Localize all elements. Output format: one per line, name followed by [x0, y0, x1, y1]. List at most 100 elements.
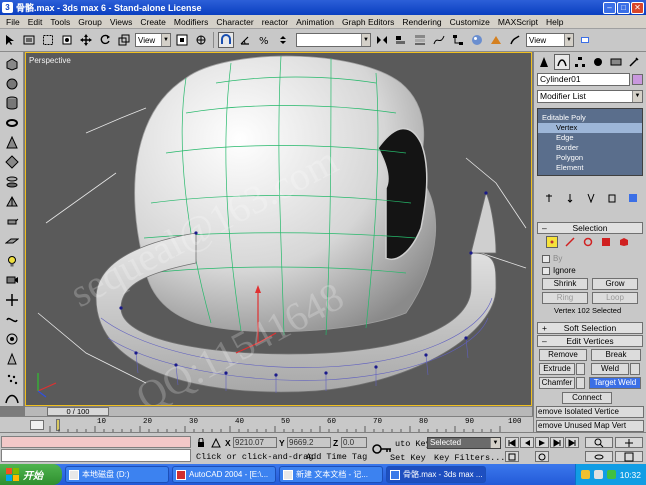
create-panel-tab-icon[interactable] — [536, 54, 552, 70]
reference-coordinate-dropdown[interactable]: View ▼ — [135, 33, 171, 47]
render-scene-icon[interactable] — [488, 32, 504, 48]
orbit-nav-icon[interactable] — [585, 451, 613, 462]
tray-antivirus-icon[interactable] — [606, 470, 616, 479]
polygon-level-icon[interactable] — [600, 236, 612, 248]
utilities-panel-tab-icon[interactable] — [626, 54, 642, 70]
element-level-icon[interactable] — [618, 236, 630, 248]
loop-button[interactable]: Loop — [592, 292, 638, 304]
3dsmax-app-icon[interactable]: 3 — [2, 2, 13, 13]
previous-frame-icon[interactable] — [520, 437, 534, 448]
create-plane-icon[interactable] — [4, 233, 20, 249]
particles-icon[interactable] — [4, 371, 20, 387]
time-slider-thumb[interactable]: 0 / 100 — [47, 407, 109, 416]
menu-create[interactable]: Create — [136, 17, 170, 27]
selection-rollout-header[interactable]: – Selection — [537, 222, 643, 234]
minimize-button[interactable]: – — [603, 1, 616, 14]
show-end-result-icon[interactable] — [565, 193, 575, 205]
time-slider[interactable]: 0 / 100 — [25, 406, 532, 416]
object-color-swatch[interactable] — [632, 74, 643, 85]
percent-snap-icon[interactable]: % — [256, 32, 272, 48]
taskbar-item-local-disk[interactable]: 本地磁盘 (D:) — [65, 466, 169, 483]
x-coord-field[interactable]: 9210.07 — [233, 437, 277, 448]
layer-manager-icon[interactable] — [412, 32, 428, 48]
menu-help[interactable]: Help — [542, 17, 567, 27]
menu-maxscript[interactable]: MAXScript — [494, 17, 542, 27]
play-icon[interactable] — [535, 437, 549, 448]
y-coord-field[interactable]: 9669.2 — [287, 437, 331, 448]
window-crossing-icon[interactable] — [59, 32, 75, 48]
perspective-viewport[interactable]: Perspective sequeal@163.com QQ:11541648 — [25, 52, 532, 406]
chamfer-button[interactable]: Chamfer — [539, 377, 575, 389]
angle-snap-icon[interactable] — [237, 32, 253, 48]
menu-group[interactable]: Group — [74, 17, 106, 27]
maximize-viewport-icon[interactable] — [615, 451, 643, 462]
stack-item-polygon[interactable]: Polygon — [538, 153, 642, 163]
next-frame-icon[interactable] — [550, 437, 564, 448]
nurbs-icon[interactable] — [4, 390, 20, 406]
remove-modifier-icon[interactable] — [607, 193, 617, 205]
key-icon[interactable] — [372, 441, 392, 457]
viewport-label[interactable]: Perspective — [29, 56, 71, 65]
stack-item-edge[interactable]: Edge — [538, 133, 642, 143]
select-manipulate-icon[interactable] — [193, 32, 209, 48]
auto-key-button[interactable]: uto Key — [395, 439, 431, 449]
clock[interactable]: 10:32 — [620, 470, 641, 480]
configure-modifier-sets-icon[interactable] — [628, 193, 638, 205]
modifier-list-dropdown[interactable]: Modifier List ▼ — [537, 90, 643, 103]
create-helper-icon[interactable] — [4, 292, 20, 308]
maxscript-listener-line[interactable] — [1, 436, 191, 448]
z-coord-field[interactable]: 0.0 — [341, 437, 367, 448]
quick-render-icon[interactable] — [507, 32, 523, 48]
object-name-field[interactable]: Cylinder01 — [537, 73, 630, 86]
go-to-end-icon[interactable] — [565, 437, 579, 448]
align-icon[interactable] — [393, 32, 409, 48]
create-light-icon[interactable] — [4, 253, 20, 269]
vertex-level-icon[interactable] — [546, 236, 558, 248]
maximize-button[interactable]: □ — [617, 1, 630, 14]
motion-panel-tab-icon[interactable] — [590, 54, 606, 70]
key-mode-dropdown[interactable]: Selected ▼ — [427, 437, 501, 449]
scale-icon[interactable] — [116, 32, 132, 48]
create-sphere-icon[interactable] — [4, 76, 20, 92]
pin-stack-icon[interactable] — [544, 193, 554, 205]
soft-selection-rollout-header[interactable]: + Soft Selection — [537, 322, 643, 334]
chamfer-settings-button[interactable] — [576, 377, 585, 389]
stack-item-vertex[interactable]: Vertex — [538, 123, 642, 133]
ignore-backfacing-checkbox[interactable] — [542, 266, 550, 275]
render-type-dropdown[interactable]: View ▼ — [526, 33, 574, 47]
grow-button[interactable]: Grow — [592, 278, 638, 290]
menu-animation[interactable]: Animation — [292, 17, 338, 27]
key-filters-button[interactable]: Key Filters... — [434, 453, 505, 463]
region-select-icon[interactable] — [40, 32, 56, 48]
create-pyramid-icon[interactable] — [4, 194, 20, 210]
taskbar-item-3dsmax[interactable]: 骨骼.max - 3ds max ... — [386, 466, 486, 483]
lock-selection-icon[interactable] — [196, 437, 206, 448]
menu-customize[interactable]: Customize — [446, 17, 494, 27]
menu-tools[interactable]: Tools — [46, 17, 74, 27]
make-unique-icon[interactable] — [586, 193, 596, 205]
shrink-button[interactable]: Shrink — [542, 278, 588, 290]
menu-views[interactable]: Views — [106, 17, 137, 27]
create-box-icon[interactable] — [4, 56, 20, 72]
render-last-icon[interactable] — [577, 32, 593, 48]
set-key-button[interactable]: Set Key — [390, 453, 426, 463]
key-mode-toggle-icon[interactable] — [505, 451, 519, 462]
remove-unused-map-verts-button[interactable]: emove Unused Map Vert — [536, 420, 644, 432]
mini-curve-editor-icon[interactable] — [30, 420, 44, 430]
weld-button[interactable]: Weld — [591, 363, 629, 375]
border-level-icon[interactable] — [582, 236, 594, 248]
stack-item-editable-poly[interactable]: Editable Poly — [538, 113, 642, 123]
menu-reactor[interactable]: reactor — [258, 17, 292, 27]
pivot-center-icon[interactable] — [174, 32, 190, 48]
named-selection-set-field[interactable]: ▼ — [296, 33, 371, 47]
weld-settings-button[interactable] — [630, 363, 640, 375]
menu-modifiers[interactable]: Modifiers — [170, 17, 212, 27]
remove-button[interactable]: Remove — [539, 349, 587, 361]
create-tube-icon[interactable] — [4, 174, 20, 190]
mirror-icon[interactable] — [374, 32, 390, 48]
taskbar-item-autocad[interactable]: AutoCAD 2004 - [E:\... — [172, 466, 276, 483]
target-weld-button[interactable]: Target Weld — [589, 377, 641, 389]
create-camera-icon[interactable] — [4, 272, 20, 288]
create-spacewarp-icon[interactable] — [4, 312, 20, 328]
material-editor-icon[interactable] — [469, 32, 485, 48]
